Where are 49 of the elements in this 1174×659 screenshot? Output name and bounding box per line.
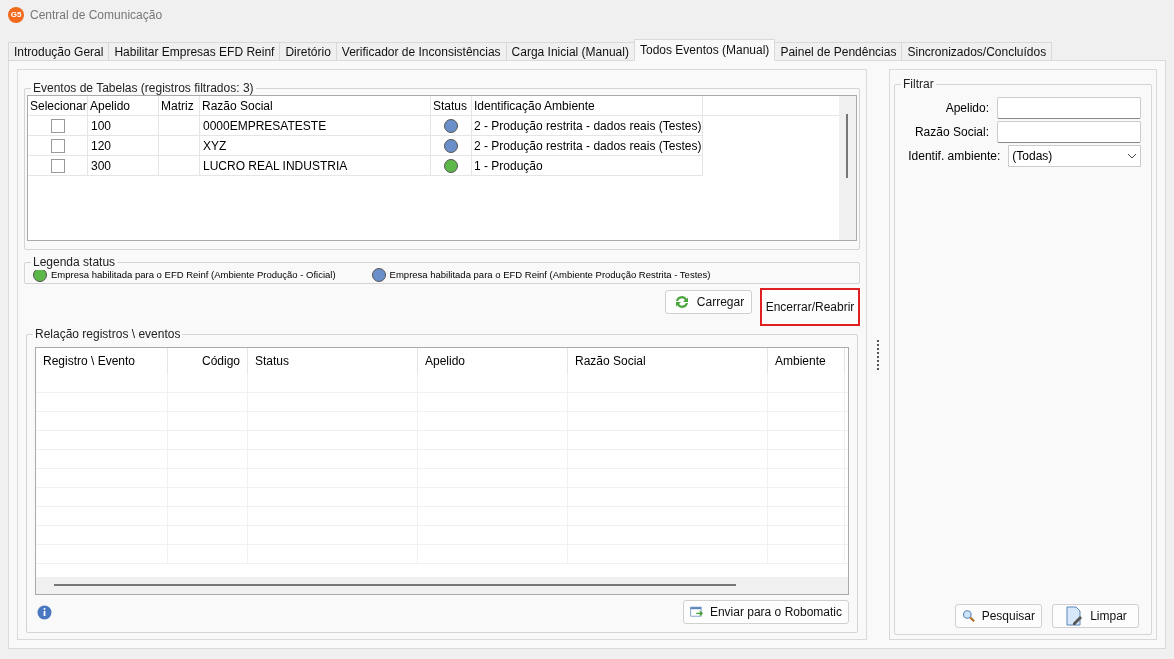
document-pencil-icon — [1064, 606, 1085, 626]
table-cell: XYZ — [200, 136, 431, 155]
group-title: Eventos de Tabelas (registros filtrados: 3) — [31, 80, 256, 96]
tab[interactable]: Todos Eventos (Manual) — [633, 39, 776, 61]
column-header: Código — [168, 348, 248, 374]
legend-text: Empresa habilitada para o EFD Reinf (Ambiente Produção - Oficial) — [51, 268, 336, 282]
column-header: Razão Social — [200, 96, 431, 115]
column-header: Apelido — [88, 96, 159, 115]
button[interactable]: Encerrar/Reabrir — [760, 288, 860, 326]
column-header: Razão Social — [568, 348, 768, 374]
table-cell: 2 - Produção restrita - dados reais (Testes) — [472, 116, 703, 135]
scrollbar[interactable] — [839, 96, 856, 240]
scrollbar[interactable] — [36, 577, 848, 594]
button[interactable]: Enviar para o Robomatic — [683, 600, 849, 624]
button[interactable]: Carregar — [665, 290, 752, 314]
search-icon — [962, 607, 976, 625]
field-label: Apelido: — [944, 100, 989, 117]
dropdown[interactable]: (Todas) — [1008, 145, 1141, 167]
window-title: Central de Comunicação — [30, 7, 163, 24]
group-title: Legenda status — [31, 254, 118, 270]
column-header: Selecionar — [28, 96, 88, 115]
column-header: Status — [431, 96, 472, 115]
button[interactable]: Pesquisar — [955, 604, 1042, 628]
column-header: Ambiente — [768, 348, 845, 374]
checkbox[interactable] — [50, 138, 65, 153]
table-cell: 0000EMPRESATESTE — [200, 116, 431, 135]
field-label: Identif. ambiente: — [907, 148, 1001, 165]
column-header: Matriz — [159, 96, 200, 115]
table-cell: 300 — [88, 156, 159, 175]
table-cell: LUCRO REAL INDUSTRIA — [200, 156, 431, 175]
info-icon[interactable] — [37, 604, 52, 620]
app-logo: G5 — [8, 7, 24, 23]
table-cell: 1 - Produção — [472, 156, 703, 175]
column-header: Identificação Ambiente — [472, 96, 703, 115]
column-header: Registro \ Evento — [36, 348, 168, 374]
checkbox[interactable] — [50, 158, 65, 173]
column-header: Status — [248, 348, 418, 374]
input-field[interactable] — [997, 97, 1141, 119]
field-label: Razão Social: — [913, 124, 989, 141]
table-cell: 120 — [88, 136, 159, 155]
chevron-down-icon — [1127, 153, 1137, 159]
legend-text: Empresa habilitada para o EFD Reinf (Ambiente Produção Restrita - Testes) — [389, 267, 711, 282]
button[interactable]: Limpar — [1052, 604, 1139, 628]
table-cell: 100 — [88, 116, 159, 135]
table-cell: 2 - Produção restrita - dados reais (Testes) — [472, 136, 703, 155]
input-field[interactable] — [997, 121, 1141, 143]
group-title: Relação registros \ eventos — [33, 326, 183, 342]
checkbox[interactable] — [50, 118, 65, 133]
column-header: Apelido — [418, 348, 568, 374]
